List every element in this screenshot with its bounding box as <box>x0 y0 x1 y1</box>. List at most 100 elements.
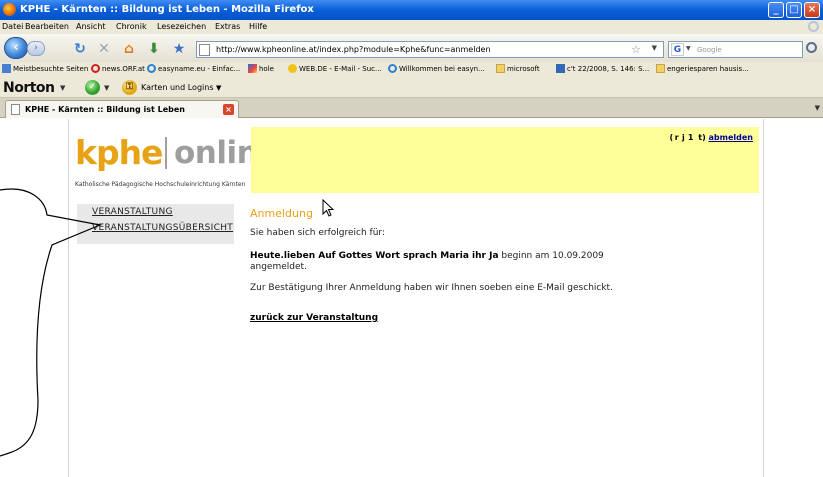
bookmark-label: c't 22/2008, S. 146: S... <box>567 65 650 73</box>
url-dropdown-icon[interactable]: ▼ <box>652 44 657 52</box>
key-icon[interactable]: ⚿ <box>122 80 137 95</box>
logo-kphe: kphe <box>75 133 163 172</box>
menu-datei[interactable]: Datei <box>2 22 23 31</box>
bookmark-news-orf[interactable]: news.ORF.at <box>91 64 145 76</box>
norton-check-icon[interactable]: ✓ <box>85 80 100 95</box>
bookmarks-toolbar: Meistbesuchte Seiten news.ORF.at easynam… <box>0 62 823 78</box>
norton-toolbar: Norton ▼ ✓ ▼ ⚿ Karten und Logins ▼ <box>0 78 823 98</box>
side-navigation: VERANSTALTUNG VERANSTALTUNGSÜBERSICHT <box>77 204 234 244</box>
content-left-border <box>68 119 69 477</box>
page-content: kphe online Katholische Pädagogische Hoc… <box>0 119 823 477</box>
mouse-cursor-icon <box>322 199 334 217</box>
tab-kphe[interactable]: KPHE - Kärnten :: Bildung ist Leben × <box>5 100 239 118</box>
cards-dropdown-icon: ▼ <box>216 84 222 92</box>
bookmark-microsoft[interactable]: microsoft <box>496 64 540 76</box>
close-window-button[interactable]: × <box>804 2 820 18</box>
tab-strip: KPHE - Kärnten :: Bildung ist Leben × <box>0 98 823 118</box>
bookmark-label: hole <box>259 65 274 73</box>
firefox-icon <box>3 3 16 16</box>
logo-divider <box>165 137 167 169</box>
menu-bearbeiten[interactable]: Bearbeiten <box>25 22 69 31</box>
webde-icon <box>288 64 297 73</box>
back-button[interactable]: ‹ <box>4 37 28 59</box>
tab-title: KPHE - Kärnten :: Bildung ist Leben <box>25 105 185 114</box>
bookmark-engeriesparen[interactable]: engeriesparen hausis... <box>656 64 749 76</box>
search-input[interactable]: Google <box>697 46 722 54</box>
tab-list-icon[interactable]: ▼ <box>815 104 820 112</box>
logout-link[interactable]: abmelden <box>709 133 753 142</box>
bookmark-meistbesucht[interactable]: Meistbesuchte Seiten <box>2 64 88 76</box>
minimize-button[interactable]: _ <box>768 2 784 18</box>
content-right-border <box>763 119 764 477</box>
bookmark-willkommen[interactable]: Willkommen bei easyn... <box>388 64 485 76</box>
page-title: Anmeldung <box>250 207 313 220</box>
search-icon[interactable] <box>806 42 817 53</box>
back-to-event-link[interactable]: zurück zur Veranstaltung <box>250 313 378 323</box>
cards-logins-label: Karten und Logins <box>141 83 214 92</box>
bookmark-label: Willkommen bei easyn... <box>399 65 485 73</box>
cards-logins-button[interactable]: Karten und Logins ▼ <box>141 83 221 92</box>
page-icon <box>199 44 210 56</box>
search-bar[interactable]: G ▼ Google <box>668 41 803 58</box>
nav-veranstaltungsuebersicht[interactable]: VERANSTALTUNGSÜBERSICHT <box>92 223 233 233</box>
menu-hilfe[interactable]: Hilfe <box>249 22 267 31</box>
bookmark-label: engeriesparen hausis... <box>667 65 749 73</box>
site-logo[interactable]: kphe online Katholische Pädagogische Hoc… <box>72 133 279 195</box>
tab-close-icon[interactable]: × <box>223 104 234 115</box>
url-bar[interactable]: http://www.kpheonline.at/index.php?modul… <box>196 41 664 58</box>
hole-icon <box>248 64 257 73</box>
downloads-icon[interactable]: ⬇ <box>145 40 163 58</box>
reload-icon[interactable]: ↻ <box>71 40 89 58</box>
bookmark-label: Meistbesuchte Seiten <box>13 65 89 73</box>
ie-icon <box>388 64 397 73</box>
stop-icon[interactable]: ✕ <box>95 40 113 58</box>
ie-icon <box>147 64 156 73</box>
bookmark-label: news.ORF.at <box>102 65 145 73</box>
norton-dropdown-icon[interactable]: ▼ <box>60 84 65 92</box>
folder-icon <box>2 64 11 73</box>
bookmark-label: WEB.DE - E-Mail - Suc... <box>299 65 382 73</box>
logo-subtitle: Katholische Pädagogische Hochschuleinric… <box>75 181 246 188</box>
event-name: Heute.lieben Auf Gottes Wort sprach Mari… <box>250 251 499 261</box>
maximize-button[interactable]: □ <box>786 2 802 18</box>
event-start: beginn am 10.09.2009 <box>498 251 604 261</box>
registered-text: angemeldet. <box>250 262 307 272</box>
window-title: KPHE - Kärnten :: Bildung ist Leben - Mo… <box>20 4 314 15</box>
ct-icon <box>556 64 565 73</box>
star-icon[interactable]: ☆ <box>631 43 641 56</box>
nav-veranstaltung[interactable]: VERANSTALTUNG <box>92 207 173 217</box>
event-info: Heute.lieben Auf Gottes Wort sprach Mari… <box>250 251 650 273</box>
confirmation-text: Zur Bestätigung Ihrer Anmeldung haben wi… <box>250 283 613 293</box>
search-engine-dropdown-icon[interactable]: ▼ <box>686 45 691 52</box>
google-icon[interactable]: G <box>671 43 684 56</box>
title-bar: KPHE - Kärnten :: Bildung ist Leben - Mo… <box>0 0 823 20</box>
folder-icon <box>496 64 505 73</box>
orf-icon <box>91 64 100 73</box>
check-dropdown-icon[interactable]: ▼ <box>104 84 109 92</box>
menu-bar: Datei Bearbeiten Ansicht Chronik Lesezei… <box>0 20 823 34</box>
bookmark-label: microsoft <box>507 65 540 73</box>
menu-lesezeichen[interactable]: Lesezeichen <box>157 22 206 31</box>
menu-chronik[interactable]: Chronik <box>116 22 147 31</box>
bookmark-page-icon[interactable]: ★ <box>170 40 188 58</box>
menu-ansicht[interactable]: Ansicht <box>76 22 106 31</box>
forward-button[interactable]: › <box>27 41 45 56</box>
home-icon[interactable]: ⌂ <box>120 40 138 58</box>
browser-window: KPHE - Kärnten :: Bildung ist Leben - Mo… <box>0 0 823 477</box>
user-info: ( r j 1 t) abmelden <box>670 133 753 142</box>
url-text[interactable]: http://www.kpheonline.at/index.php?modul… <box>216 45 491 54</box>
bookmark-webde[interactable]: WEB.DE - E-Mail - Suc... <box>288 64 382 76</box>
bookmark-ct[interactable]: c't 22/2008, S. 146: S... <box>556 64 649 76</box>
bookmark-hole[interactable]: hole <box>248 64 274 76</box>
bookmark-label: easyname.eu - Einfac... <box>158 65 241 73</box>
page-icon <box>11 104 20 115</box>
header-banner: ( r j 1 t) abmelden <box>251 127 759 193</box>
success-text: Sie haben sich erfolgreich für: <box>250 228 385 238</box>
throbber-icon <box>808 21 819 32</box>
menu-extras[interactable]: Extras <box>215 22 240 31</box>
norton-logo[interactable]: Norton <box>3 80 55 96</box>
user-name: ( r j 1 t) <box>669 133 706 142</box>
navigation-toolbar: ‹ › ↻ ✕ ⌂ ⬇ ★ http://www.kpheonline.at/i… <box>0 34 823 62</box>
folder-icon <box>656 64 665 73</box>
bookmark-easyname[interactable]: easyname.eu - Einfac... <box>147 64 240 76</box>
